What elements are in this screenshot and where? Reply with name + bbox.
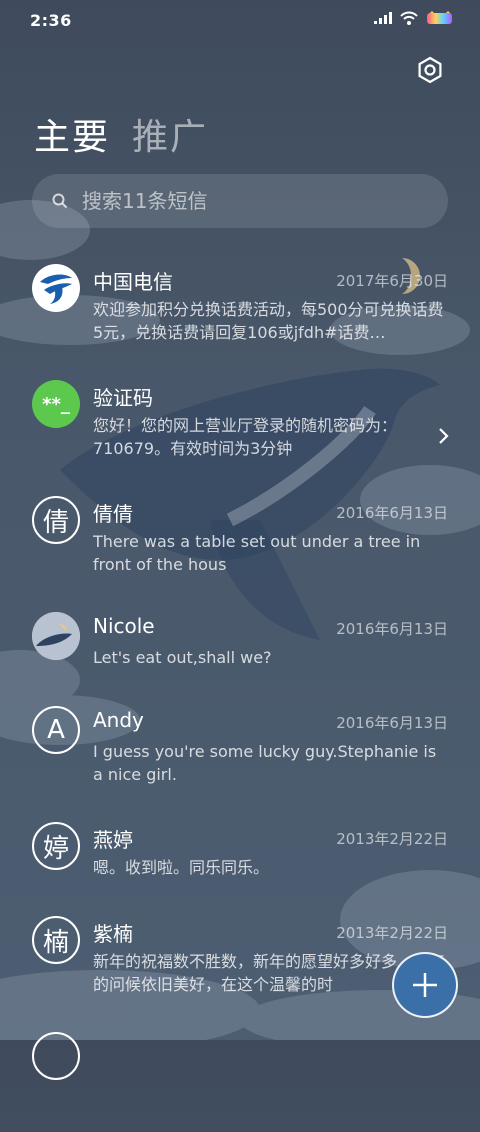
- plus-icon: [413, 973, 437, 997]
- contact-name: 紫楠: [93, 922, 133, 946]
- gear-icon[interactable]: [416, 56, 444, 84]
- conversation-item[interactable]: 倩 倩倩 2016年6月13日 There was a table set ou…: [0, 480, 480, 596]
- avatar: 倩: [32, 496, 80, 544]
- avatar: 楠: [32, 916, 80, 964]
- message-preview: I guess you're some lucky guy.Stephanie …: [93, 742, 437, 784]
- conversation-item[interactable]: 中国电信 2017年6月30日 欢迎参加积分兑换话费活动，每500分可兑换话费5…: [0, 248, 480, 364]
- search-icon: [52, 193, 68, 209]
- message-preview: Let's eat out,shall we?: [93, 648, 272, 667]
- contact-name: 倩倩: [93, 502, 133, 526]
- tab-primary[interactable]: 主要: [34, 108, 110, 160]
- message-date: 2017年6月30日: [336, 272, 448, 290]
- whale-photo-avatar: [32, 612, 80, 660]
- signal-icon: [374, 12, 392, 24]
- message-date: 2013年2月22日: [336, 830, 448, 848]
- search-input[interactable]: [80, 188, 404, 214]
- battery-icon: [427, 11, 452, 24]
- status-bar: 2:36: [0, 0, 480, 40]
- chevron-right-icon[interactable]: [438, 426, 450, 446]
- conversation-item[interactable]: [0, 1016, 480, 1132]
- new-message-button[interactable]: [392, 952, 458, 1018]
- message-date: 2013年2月22日: [336, 924, 448, 942]
- message-preview: There was a table set out under a tree i…: [93, 532, 421, 574]
- wifi-icon: [400, 11, 418, 25]
- avatar: 婷: [32, 822, 80, 870]
- contact-name: Andy: [93, 708, 144, 732]
- conversation-item[interactable]: Nicole 2016年6月13日 Let's eat out,shall we…: [0, 596, 480, 690]
- avatar-text: **_: [42, 393, 70, 415]
- message-date: 2016年6月13日: [336, 504, 448, 522]
- conversation-item[interactable]: 婷 燕婷 2013年2月22日 嗯。收到啦。同乐同乐。: [0, 806, 480, 900]
- china-telecom-logo: [32, 264, 80, 312]
- category-tabs: 主要 推广: [34, 108, 208, 160]
- message-preview: 嗯。收到啦。同乐同乐。: [93, 858, 270, 877]
- conversation-item[interactable]: **_ 验证码 您好！您的网上营业厅登录的随机密码为：710679。有效时间为3…: [0, 364, 480, 480]
- verification-code-icon: **_: [32, 380, 80, 428]
- clock: 2:36: [30, 11, 72, 30]
- contact-name: 验证码: [93, 386, 153, 410]
- message-preview: 您好！您的网上营业厅登录的随机密码为：710679。有效时间为3分钟: [93, 416, 398, 458]
- message-date: 2016年6月13日: [336, 620, 448, 638]
- avatar: [32, 1032, 80, 1080]
- avatar: A: [32, 706, 80, 754]
- tab-promotions[interactable]: 推广: [132, 108, 208, 160]
- contact-name: 燕婷: [93, 828, 133, 852]
- message-date: 2016年6月13日: [336, 714, 448, 732]
- contact-name: 中国电信: [93, 270, 173, 294]
- message-preview: 欢迎参加积分兑换话费活动，每500分可兑换话费5元，兑换话费请回复106或jfd…: [93, 300, 444, 342]
- conversation-item[interactable]: A Andy 2016年6月13日 I guess you're some lu…: [0, 690, 480, 806]
- contact-name: Nicole: [93, 614, 155, 638]
- search-bar[interactable]: [32, 174, 448, 228]
